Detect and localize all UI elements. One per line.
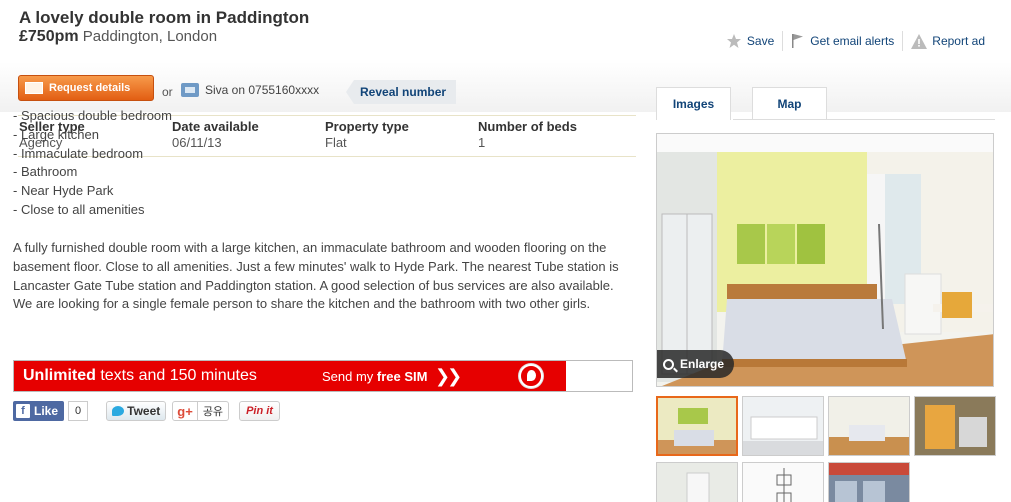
meta-value: 06/11/13	[172, 135, 222, 150]
reveal-number-button[interactable]: Reveal number	[346, 80, 457, 104]
description-paragraph: We are looking for a single female perso…	[13, 296, 591, 312]
list-item: - Spacious double bedroom	[13, 108, 172, 123]
google-plus-icon: g+	[177, 403, 193, 419]
thumbnail-image	[657, 463, 737, 502]
meta-label: Date available	[172, 119, 259, 134]
thumbnail-image	[658, 398, 736, 454]
meta-property-type: Property type Flat	[325, 119, 478, 150]
banner-headline: Unlimited texts and 150 minutes	[23, 367, 257, 384]
thumbnail-5[interactable]	[656, 462, 738, 502]
vodafone-ad-banner[interactable]: Unlimited texts and 150 minutes Send my …	[13, 360, 633, 392]
thumbnail-image	[743, 463, 823, 502]
listing-title: A lovely double room in Paddington	[19, 8, 310, 27]
vodafone-logo-icon	[519, 364, 543, 388]
save-button[interactable]: Save	[718, 33, 782, 49]
mail-icon	[25, 82, 43, 94]
facebook-like: f Like 0	[13, 401, 89, 421]
thumbnail-image	[829, 397, 909, 455]
report-ad-label: Report ad	[932, 34, 985, 48]
flag-icon	[792, 34, 804, 48]
meta-value: Flat	[325, 135, 347, 150]
thumbnail-1[interactable]	[656, 396, 738, 456]
description: A fully furnished double room with a lar…	[13, 239, 635, 314]
email-alerts-button[interactable]: Get email alerts	[783, 33, 902, 49]
meta-value: 1	[478, 135, 486, 150]
phone-card-icon	[181, 83, 199, 97]
facebook-icon: f	[16, 404, 30, 418]
banner-body: Unlimited texts and 150 minutes Send my …	[14, 361, 566, 391]
thumbnail-image	[743, 397, 823, 455]
thumbnail-image	[829, 463, 909, 502]
twitter-bird-icon	[112, 406, 125, 416]
listing-price: £750pm	[19, 28, 79, 45]
request-details-button[interactable]: Request details	[18, 75, 154, 101]
star-icon	[726, 34, 741, 48]
double-chevron-icon: ❯❯	[435, 365, 462, 386]
google-plus-share-button[interactable]: g+ 공유	[172, 401, 230, 421]
save-label: Save	[746, 34, 775, 48]
thumbnail-3[interactable]	[828, 396, 910, 456]
email-alerts-label: Get email alerts	[810, 34, 895, 48]
request-details-label: Request details	[49, 82, 131, 94]
list-item: - Large kitchen	[13, 126, 99, 142]
social-share-bar: f Like 0 Tweet g+ 공유 Pin it	[13, 401, 280, 421]
banner-logo-area	[519, 361, 632, 391]
list-item: - Close to all amenities	[13, 201, 145, 217]
feature-list: - Spacious double bedroom - Large kitche…	[13, 107, 172, 220]
meta-label: Property type	[325, 119, 409, 134]
tab-map[interactable]: Map	[752, 87, 827, 120]
thumbnail-4[interactable]	[914, 396, 996, 456]
listing-location: Paddington, London	[82, 28, 218, 45]
enlarge-label: Enlarge	[680, 357, 725, 371]
thumbnail-2[interactable]	[742, 396, 824, 456]
warning-icon	[911, 33, 928, 49]
description-paragraph: A fully furnished double room with a lar…	[13, 240, 619, 293]
phone-info: Siva on 0755160xxxx	[181, 83, 319, 97]
meta-date-available: Date available 06/11/13	[172, 119, 325, 150]
or-text: or	[162, 85, 173, 99]
meta-number-of-beds: Number of beds 1	[478, 119, 631, 150]
pinterest-pin-button[interactable]: Pin it	[239, 401, 280, 421]
tab-images[interactable]: Images	[656, 87, 731, 120]
price-location: £750pm Paddington, London	[19, 28, 217, 46]
phone-text: Siva on 0755160xxxx	[205, 83, 320, 97]
facebook-like-label: Like	[34, 404, 59, 418]
media-tabs: Images Map	[656, 87, 827, 120]
list-item: - Immaculate bedroom	[13, 145, 144, 161]
list-item: - Near Hyde Park	[13, 183, 114, 199]
enlarge-button[interactable]: Enlarge	[657, 350, 735, 378]
facebook-like-button[interactable]: f Like	[13, 401, 65, 421]
main-photo[interactable]: Enlarge	[656, 133, 994, 387]
divider	[733, 119, 995, 120]
thumbnail-6[interactable]	[742, 462, 824, 502]
magnifier-icon	[663, 358, 674, 370]
report-ad-button[interactable]: Report ad	[903, 33, 993, 49]
google-plus-label: 공유	[196, 402, 228, 420]
banner-cta: Send my free SIM	[322, 368, 428, 384]
thumbnail-image	[915, 397, 995, 455]
thumbnail-7[interactable]	[828, 462, 910, 502]
ad-actions: Save Get email alerts Report ad	[718, 31, 993, 51]
tweet-button[interactable]: Tweet	[106, 401, 167, 421]
photo-thumbnails	[656, 396, 996, 502]
list-item: - Bathroom	[13, 164, 78, 180]
tweet-label: Tweet	[127, 404, 161, 418]
meta-label: Number of beds	[478, 119, 577, 134]
facebook-like-count: 0	[68, 401, 89, 421]
